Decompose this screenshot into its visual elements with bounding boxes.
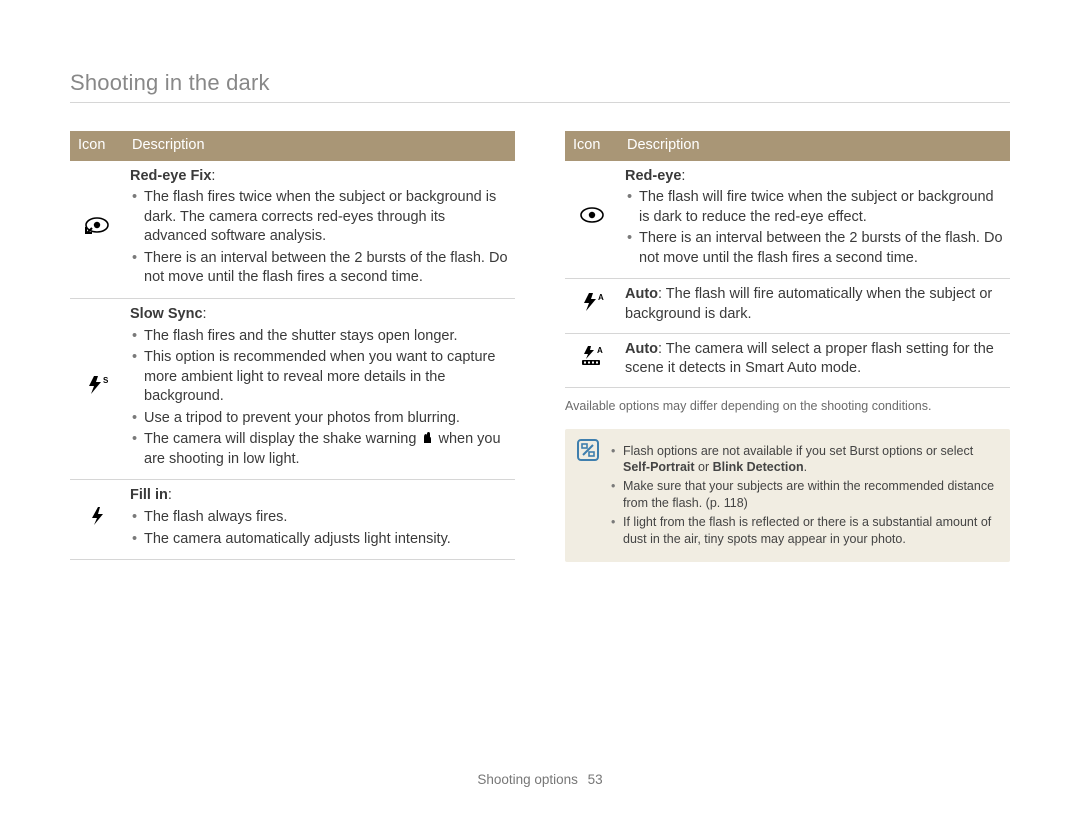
row-icon-cell: A (565, 333, 619, 387)
mode-title: Red-eye (625, 168, 681, 184)
flash-options-table-left: Icon Description (70, 131, 515, 560)
list-item: The camera will display the shake warnin… (130, 430, 509, 469)
row-icon-cell (565, 161, 619, 279)
row-icon-cell (70, 480, 124, 560)
bullet-list: The flash will fire twice when the subje… (625, 188, 1004, 268)
list-item: Use a tripod to prevent your photos from… (130, 409, 509, 429)
availability-note: Available options may differ depending o… (565, 398, 1010, 415)
note-list: Flash options are not available if you s… (609, 441, 998, 550)
list-item: If light from the flash is reflected or … (609, 514, 998, 548)
row-icon-cell (70, 161, 124, 299)
colon: : (203, 306, 207, 322)
list-item: Flash options are not available if you s… (609, 443, 998, 477)
mode-title: Red-eye Fix (130, 168, 211, 184)
svg-text:A: A (598, 293, 604, 302)
colon: : (681, 168, 685, 184)
red-eye-fix-icon (84, 215, 110, 241)
flash-options-table-right: Icon Description (565, 131, 1010, 388)
list-item: The flash always fires. (130, 508, 509, 528)
left-column: Icon Description (70, 131, 515, 562)
page-footer: Shooting options 53 (0, 772, 1080, 787)
bold-text: Blink Detection (713, 460, 804, 474)
list-item: Make sure that your subjects are within … (609, 478, 998, 512)
th-icon: Icon (70, 131, 124, 161)
bullet-list: The flash always fires. The camera autom… (130, 508, 509, 549)
row-icon-cell: A (565, 279, 619, 333)
right-column: Icon Description (565, 131, 1010, 562)
list-item: The flash will fire twice when the subje… (625, 188, 1004, 227)
table-row: Red-eye Fix: The flash fires twice when … (70, 161, 515, 299)
table-row: A Auto: The camera will select a proper … (565, 333, 1010, 387)
table-row: A Auto: The flash will fire automaticall… (565, 279, 1010, 333)
row-description-cell: Fill in: The flash always fires. The cam… (124, 480, 515, 560)
note-box: Flash options are not available if you s… (565, 429, 1010, 562)
page-title: Shooting in the dark (70, 70, 1010, 103)
text-run: or (695, 460, 713, 474)
bullet-list: The flash fires twice when the subject o… (130, 188, 509, 288)
footer-page: 53 (588, 772, 603, 787)
text-run: . (804, 460, 807, 474)
content-columns: Icon Description (70, 131, 1010, 562)
inline-label: Auto (625, 341, 658, 357)
list-item: This option is recommended when you want… (130, 348, 509, 407)
svg-text:S: S (103, 376, 109, 385)
th-description: Description (124, 131, 515, 161)
inline-text: : The camera will select a proper flash … (625, 341, 994, 377)
th-description: Description (619, 131, 1010, 161)
slow-sync-icon: S (85, 375, 109, 401)
inline-text: : The flash will fire automatically when… (625, 286, 992, 322)
smart-auto-icon: A (579, 345, 605, 373)
row-icon-cell: S (70, 298, 124, 480)
list-item: The camera automatically adjusts light i… (130, 530, 509, 550)
row-description-cell: Red-eye: The flash will fire twice when … (619, 161, 1010, 279)
table-row: Red-eye: The flash will fire twice when … (565, 161, 1010, 279)
mode-title: Fill in (130, 487, 168, 503)
table-row: S Slow Sync: The flash fires and the shu… (70, 298, 515, 480)
red-eye-icon (579, 206, 605, 230)
info-icon (577, 439, 599, 461)
colon: : (211, 168, 215, 184)
row-description-cell: Auto: The camera will select a proper fl… (619, 333, 1010, 387)
table-row: Fill in: The flash always fires. The cam… (70, 480, 515, 560)
footer-section: Shooting options (477, 772, 578, 787)
mode-title: Slow Sync (130, 306, 203, 322)
inline-label: Auto (625, 286, 658, 302)
list-item: There is an interval between the 2 burst… (130, 249, 509, 288)
fill-in-icon (87, 506, 107, 532)
list-item: There is an interval between the 2 burst… (625, 229, 1004, 268)
row-description-cell: Auto: The flash will fire automatically … (619, 279, 1010, 333)
bold-text: Self-Portrait (623, 460, 695, 474)
row-description-cell: Slow Sync: The flash fires and the shutt… (124, 298, 515, 480)
bullet-list: The flash fires and the shutter stays op… (130, 327, 509, 470)
shake-warning-icon (420, 430, 434, 449)
th-icon: Icon (565, 131, 619, 161)
flash-auto-icon: A (580, 292, 604, 318)
text-run: Flash options are not available if you s… (623, 444, 973, 458)
text-run: The camera will display the shake warnin… (144, 431, 420, 447)
svg-text:A: A (597, 346, 603, 355)
list-item: The flash fires twice when the subject o… (130, 188, 509, 247)
list-item: The flash fires and the shutter stays op… (130, 327, 509, 347)
row-description-cell: Red-eye Fix: The flash fires twice when … (124, 161, 515, 299)
colon: : (168, 487, 172, 503)
